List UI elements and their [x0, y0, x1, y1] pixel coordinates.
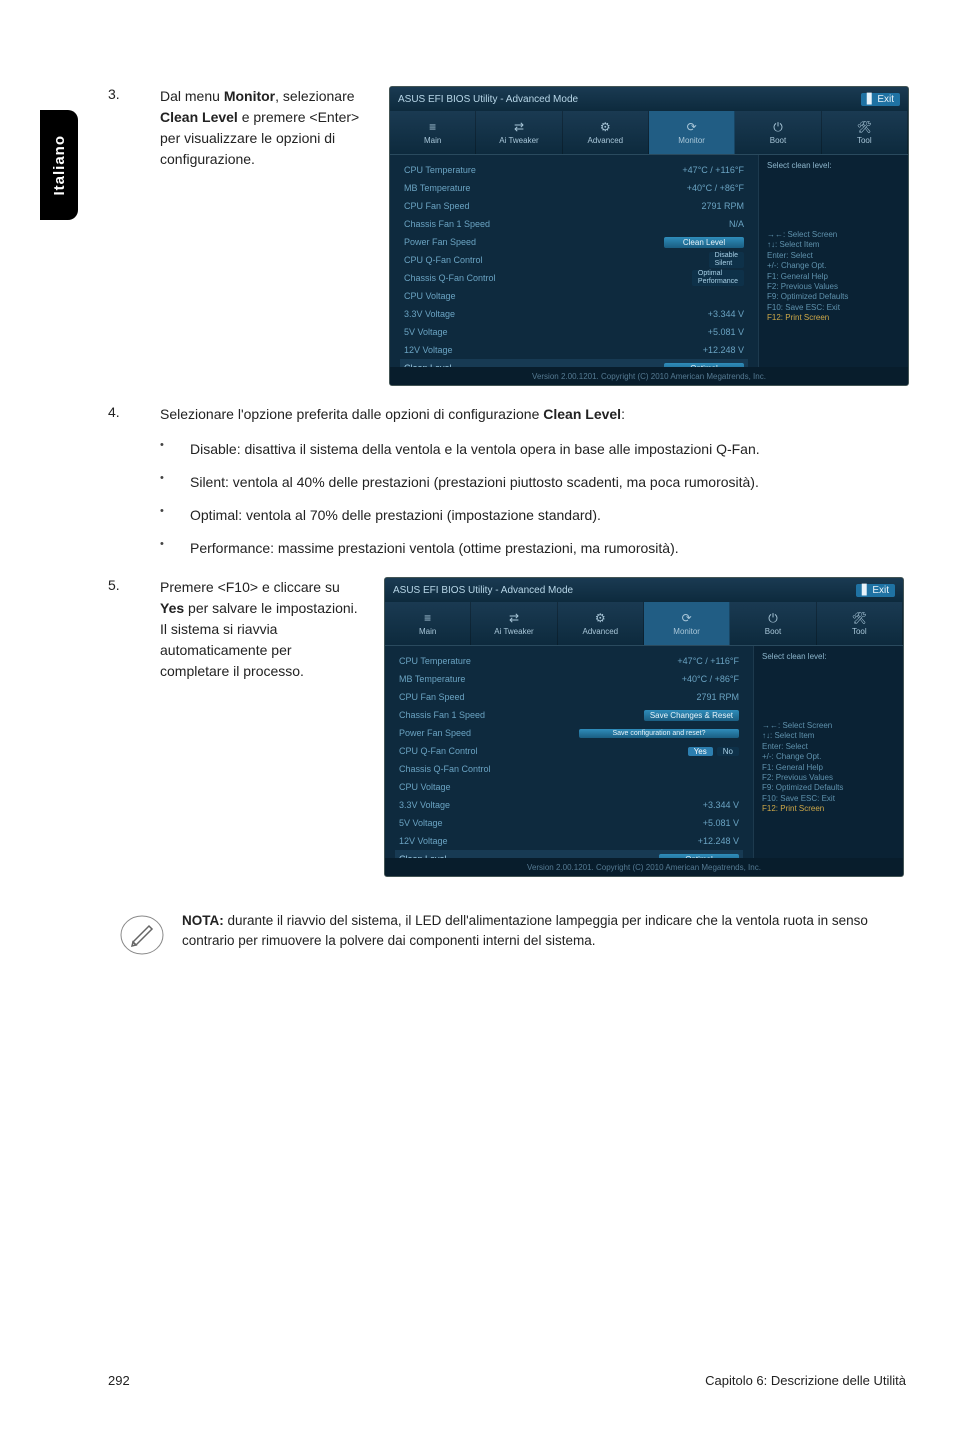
bullet-dot: • — [160, 472, 170, 493]
bios-row: CPU Q-Fan ControlDisable Silent — [400, 251, 748, 269]
yes-button: Yes — [688, 747, 713, 756]
page-footer: 292 Capitolo 6: Descrizione delle Utilit… — [108, 1373, 906, 1388]
language-tab: Italiano — [40, 110, 78, 220]
bios-dialog: Save configuration and reset? — [579, 729, 739, 738]
step-4-text: Selezionare l'opzione preferita dalle op… — [160, 404, 908, 425]
step-3-text: Dal menu Monitor, selezionare Clean Leve… — [160, 86, 365, 386]
bullet-item: • Disable: disattiva il sistema della ve… — [108, 439, 908, 460]
tab-icon: ⟳ — [680, 611, 694, 625]
bios-row: CPU Voltage — [395, 778, 743, 796]
bios-row: 3.3V Voltage+3.344 V — [400, 305, 748, 323]
bios-right-panel: Select clean level:→←: Select Screen↑↓: … — [758, 155, 908, 367]
bios-body: CPU Temperature+47°C / +116°FMB Temperat… — [385, 646, 903, 858]
bullet-text: Disable: disattiva il sistema della vent… — [190, 439, 908, 460]
bios-tab-boot: ⏻Boot — [730, 602, 816, 645]
bios-tab-boot: ⏻Boot — [735, 111, 821, 154]
step-5-text: Premere <F10> e cliccare su Yes per salv… — [160, 577, 360, 877]
bios-row: Chassis Fan 1 SpeedSave Changes & Reset — [395, 706, 743, 724]
chapter-title: Capitolo 6: Descrizione delle Utilità — [705, 1373, 906, 1388]
bios-tab-main: ≡Main — [385, 602, 471, 645]
bios-left-panel: CPU Temperature+47°C / +116°FMB Temperat… — [385, 646, 753, 858]
bios-row: CPU Fan Speed2791 RPM — [400, 197, 748, 215]
bios-dropdown: Clean Level — [664, 237, 744, 248]
bios-tab-ai-tweaker: ⇄Ai Tweaker — [471, 602, 557, 645]
step-4: 4. Selezionare l'opzione preferita dalle… — [108, 404, 908, 425]
tab-icon: 🛠 — [852, 611, 866, 625]
bios-row: 5V Voltage+5.081 V — [400, 323, 748, 341]
bullet-text: Optimal: ventola al 70% delle prestazion… — [190, 505, 908, 526]
bios-row: CPU Temperature+47°C / +116°F — [395, 652, 743, 670]
bios-tab-ai-tweaker: ⇄Ai Tweaker — [476, 111, 562, 154]
bullet-text: Performance: massime prestazioni ventola… — [190, 538, 908, 559]
bios-tab-tool: 🛠Tool — [817, 602, 903, 645]
bios-row: MB Temperature+40°C / +86°F — [395, 670, 743, 688]
bios-tab-advanced: ⚙Advanced — [558, 602, 644, 645]
tab-icon: ≡ — [421, 611, 435, 625]
tab-icon: ≡ — [426, 120, 440, 134]
bios-row: 12V Voltage+12.248 V — [400, 341, 748, 359]
step-3: 3. Dal menu Monitor, selezionare Clean L… — [108, 86, 908, 386]
bios-row: Power Fan SpeedSave configuration and re… — [395, 724, 743, 742]
bios-screenshot-1: ASUS EFI BIOS Utility - Advanced Mode▋ E… — [389, 86, 909, 386]
tab-icon: ⏻ — [766, 611, 780, 625]
bios-tab-tool: 🛠Tool — [822, 111, 908, 154]
bios-row: 5V Voltage+5.081 V — [395, 814, 743, 832]
bios-tab-monitor: ⟳Monitor — [649, 111, 735, 154]
bios-left-panel: CPU Temperature+47°C / +116°FMB Temperat… — [390, 155, 758, 367]
step-number: 5. — [108, 577, 132, 877]
bios-row: CPU Temperature+47°C / +116°F — [400, 161, 748, 179]
note-box: NOTA: durante il riavvio del sistema, il… — [108, 911, 908, 959]
bios-tab-main: ≡Main — [390, 111, 476, 154]
step-number: 3. — [108, 86, 132, 386]
bios-footer: Version 2.00.1201. Copyright (C) 2010 Am… — [385, 858, 903, 876]
tab-icon: ⚙ — [593, 611, 607, 625]
bios-row: Chassis Fan 1 SpeedN/A — [400, 215, 748, 233]
bios-tabs: ≡Main⇄Ai Tweaker⚙Advanced⟳Monitor⏻Boot🛠T… — [390, 111, 908, 155]
bios-body: CPU Temperature+47°C / +116°FMB Temperat… — [390, 155, 908, 367]
bullet-dot: • — [160, 439, 170, 460]
language-tab-label: Italiano — [51, 135, 68, 196]
bios-row: CPU Fan Speed2791 RPM — [395, 688, 743, 706]
bullet-item: • Optimal: ventola al 70% delle prestazi… — [108, 505, 908, 526]
tab-icon: ⚙ — [598, 120, 612, 134]
bios-options-popup: Optimal Performance — [692, 270, 744, 285]
step-number: 4. — [108, 404, 132, 425]
bios-row: Chassis Q-Fan ControlOptimal Performance — [400, 269, 748, 287]
tab-icon: ⏻ — [771, 120, 785, 134]
bios-header: ASUS EFI BIOS Utility - Advanced Mode▋ E… — [385, 578, 903, 602]
page-number: 292 — [108, 1373, 130, 1388]
step-5: 5. Premere <F10> e cliccare su Yes per s… — [108, 577, 908, 877]
tab-icon: ⇄ — [507, 611, 521, 625]
tab-icon: 🛠 — [857, 120, 871, 134]
tab-icon: ⇄ — [512, 120, 526, 134]
note-pencil-icon — [118, 911, 166, 959]
bios-screenshot-2: ASUS EFI BIOS Utility - Advanced Mode▋ E… — [384, 577, 904, 877]
bios-options-popup: Disable Silent — [709, 252, 744, 267]
bios-right-panel: Select clean level:→←: Select Screen↑↓: … — [753, 646, 903, 858]
bullet-dot: • — [160, 505, 170, 526]
bullet-item: • Silent: ventola al 40% delle prestazio… — [108, 472, 908, 493]
bios-row: 3.3V Voltage+3.344 V — [395, 796, 743, 814]
bios-row: CPU Q-Fan ControlYesNo — [395, 742, 743, 760]
bullet-item: • Performance: massime prestazioni vento… — [108, 538, 908, 559]
bios-tabs: ≡Main⇄Ai Tweaker⚙Advanced⟳Monitor⏻Boot🛠T… — [385, 602, 903, 646]
bios-row: 12V Voltage+12.248 V — [395, 832, 743, 850]
note-text: NOTA: durante il riavvio del sistema, il… — [182, 911, 898, 950]
page-content: 3. Dal menu Monitor, selezionare Clean L… — [108, 86, 908, 959]
bios-row: CPU Voltage — [400, 287, 748, 305]
bullet-list: • Disable: disattiva il sistema della ve… — [108, 439, 908, 559]
bios-header: ASUS EFI BIOS Utility - Advanced Mode▋ E… — [390, 87, 908, 111]
bios-footer: Version 2.00.1201. Copyright (C) 2010 Am… — [390, 367, 908, 385]
bios-tab-advanced: ⚙Advanced — [563, 111, 649, 154]
bios-row: Chassis Q-Fan Control — [395, 760, 743, 778]
bios-tab-monitor: ⟳Monitor — [644, 602, 730, 645]
bios-row: Power Fan SpeedClean Level — [400, 233, 748, 251]
bios-dropdown: Save Changes & Reset — [644, 710, 739, 721]
no-button: No — [717, 747, 739, 756]
bios-row: MB Temperature+40°C / +86°F — [400, 179, 748, 197]
tab-icon: ⟳ — [685, 120, 699, 134]
bullet-text: Silent: ventola al 40% delle prestazioni… — [190, 472, 908, 493]
bullet-dot: • — [160, 538, 170, 559]
